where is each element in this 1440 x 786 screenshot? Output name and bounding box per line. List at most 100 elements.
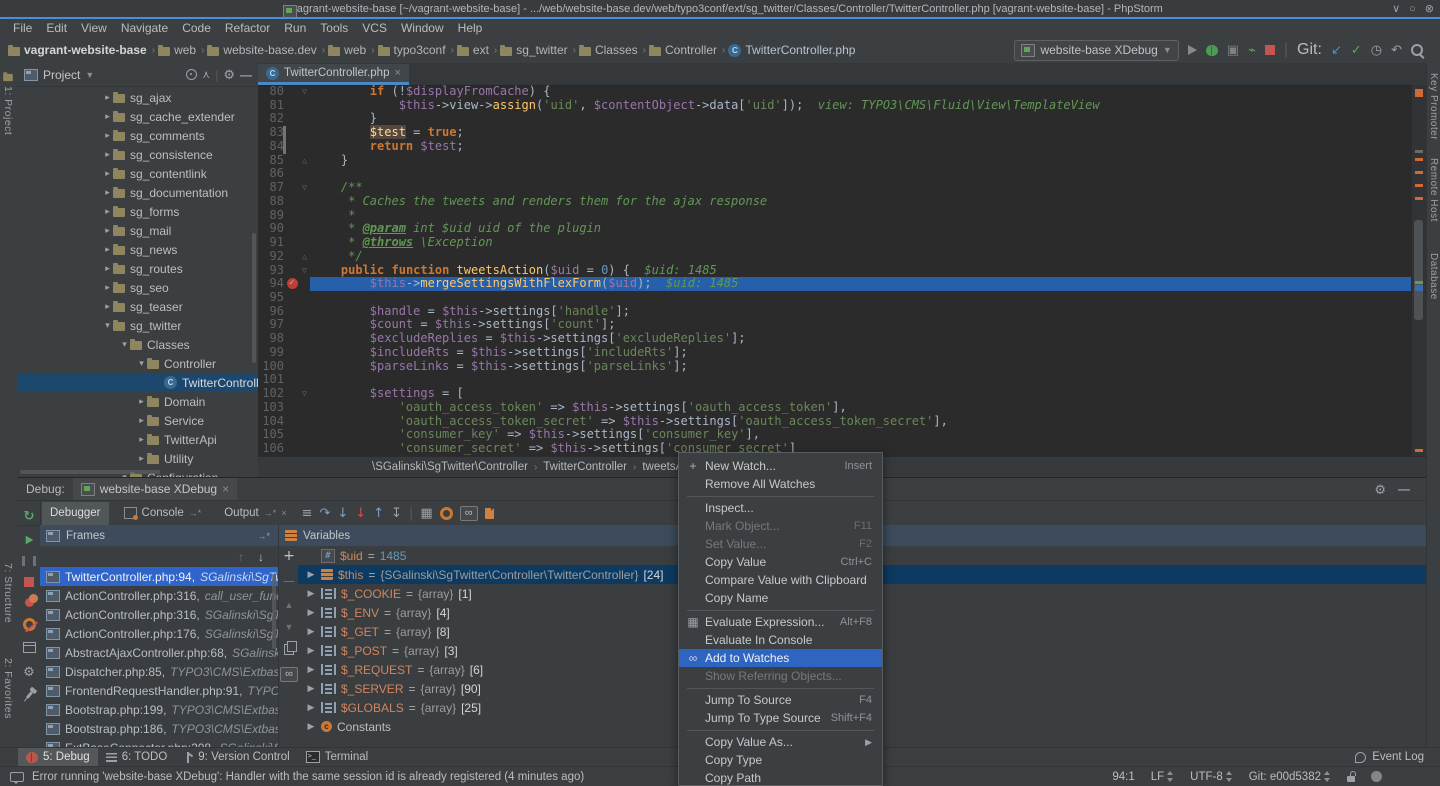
menu-refactor[interactable]: Refactor (218, 21, 277, 35)
code-line-102[interactable]: 102▽ $settings = [ (258, 387, 1412, 401)
gutter[interactable]: 87 ▽ (258, 181, 310, 195)
run-button[interactable] (1188, 45, 1197, 55)
settings-icon[interactable]: ⚙ (223, 67, 235, 83)
tree-collapsed-icon[interactable]: ▸ (136, 396, 147, 407)
line-number[interactable]: 98 (270, 332, 284, 346)
code-line-88[interactable]: 88 * Caches the tweets and renders them … (258, 195, 1412, 209)
menu-window[interactable]: Window (394, 21, 451, 35)
evaluate-expression-icon[interactable]: ▦ (420, 507, 432, 520)
breadcrumb-item[interactable]: web (328, 43, 366, 57)
hide-panel-icon[interactable]: — (1398, 482, 1410, 498)
frame-row[interactable]: ActionController.php:316, call_user_func… (40, 586, 278, 605)
tool-button-database[interactable]: Database (1428, 253, 1439, 300)
line-number[interactable]: 87 (270, 181, 284, 195)
menu-item-compare-value-with-clipboard[interactable]: Compare Value with Clipboard (679, 571, 882, 589)
code-line-103[interactable]: 103 'oauth_access_token' => $this->setti… (258, 401, 1412, 415)
mute-breakpoints-icon[interactable] (23, 618, 36, 631)
tree-collapsed-icon[interactable]: ▸ (102, 301, 113, 312)
tree-collapsed-icon[interactable]: ▸ (102, 92, 113, 103)
encoding-widget[interactable]: UTF-8 (1190, 771, 1233, 783)
fold-marker[interactable]: ▽ (302, 387, 307, 401)
gutter[interactable]: 86 (258, 167, 310, 181)
tree-collapsed-icon[interactable]: ▸ (136, 415, 147, 426)
line-number[interactable]: 106 (262, 442, 284, 456)
tree-expanded-icon[interactable]: ▾ (119, 339, 130, 350)
close-tab-icon[interactable]: × (394, 67, 400, 79)
tree-item-sg-news[interactable]: ▸sg_news (18, 240, 258, 259)
gutter[interactable]: 106 (258, 442, 310, 456)
gutter[interactable]: 80▽ (258, 85, 310, 99)
code-line-81[interactable]: 81 $this->view->assign('uid', $contentOb… (258, 99, 1412, 113)
line-number[interactable]: 100 (262, 360, 284, 374)
menu-item-copy-path[interactable]: Copy Path (679, 769, 882, 786)
code-line-96[interactable]: 96 $handle = $this->settings['handle']; (258, 305, 1412, 319)
frame-row[interactable]: Dispatcher.php:85, TYPO3\CMS\Extbase\M (40, 662, 278, 681)
line-number[interactable]: 91 (270, 236, 284, 250)
stop-icon[interactable] (24, 577, 34, 587)
tree-item-sg-teaser[interactable]: ▸sg_teaser (18, 297, 258, 316)
editor-scrollbar[interactable] (1414, 220, 1423, 320)
menu-item-evaluate-expression-[interactable]: ▦Evaluate Expression...Alt+F8 (679, 613, 882, 631)
debug-button[interactable] (1206, 45, 1218, 56)
breakpoint-icon[interactable] (287, 278, 298, 289)
tree-collapsed-icon[interactable]: ▸ (136, 434, 147, 445)
stop-button[interactable] (1265, 45, 1275, 55)
gutter[interactable]: 98 (258, 332, 310, 346)
tree-item-domain[interactable]: ▸Domain (18, 392, 258, 411)
restore-layout-icon[interactable] (23, 642, 36, 653)
breadcrumb-item[interactable]: ext (457, 43, 489, 57)
gutter[interactable]: 84 (258, 140, 310, 154)
tree-item-utility[interactable]: ▸Utility (18, 449, 258, 468)
scroll-to-end-icon[interactable]: →* (189, 508, 202, 518)
line-number[interactable]: 92 (270, 250, 284, 264)
code-editor[interactable]: 80▽ if (!$displayFromCache) {81 $this->v… (258, 85, 1412, 456)
tool-button-remote-host[interactable]: Remote Host (1428, 158, 1439, 222)
tree-item-sg-seo[interactable]: ▸sg_seo (18, 278, 258, 297)
run-config-select[interactable]: website-base XDebug ▼ (1014, 40, 1178, 61)
tree-item-sg-contentlink[interactable]: ▸sg_contentlink (18, 164, 258, 183)
tree-collapsed-icon[interactable]: ▶ (306, 607, 316, 618)
code-line-104[interactable]: 104 'oauth_access_token_secret' => $this… (258, 415, 1412, 429)
show-execution-point-icon[interactable]: ≡ (302, 507, 313, 520)
tree-collapsed-icon[interactable]: ▸ (102, 282, 113, 293)
gutter[interactable]: 82 (258, 112, 310, 126)
line-number[interactable]: 102 (262, 387, 284, 401)
line-number[interactable]: 101 (262, 373, 284, 387)
menu-item-copy-value-as-[interactable]: Copy Value As...▶ (679, 733, 882, 751)
frame-row[interactable]: AbstractAjaxController.php:68, SGalinski… (40, 643, 278, 662)
gutter[interactable]: 102 ▽ (258, 387, 310, 401)
tree-item-sg-routes[interactable]: ▸sg_routes (18, 259, 258, 278)
editor-breadcrumb-item[interactable]: TwitterController (543, 461, 627, 473)
menu-item-new-watch-[interactable]: +New Watch...Insert (679, 457, 882, 475)
menu-item-remove-all-watches[interactable]: Remove All Watches (679, 475, 882, 493)
gutter[interactable]: 104 (258, 415, 310, 429)
fold-marker[interactable]: ▽ (302, 181, 307, 195)
tree-expanded-icon[interactable]: ▾ (102, 320, 113, 331)
tool-button-6-todo[interactable]: 6: TODO (98, 748, 176, 767)
duplicate-watch-icon[interactable] (284, 644, 294, 655)
tree-item-sg-forms[interactable]: ▸sg_forms (18, 202, 258, 221)
menu-edit[interactable]: Edit (39, 21, 74, 35)
tree-collapsed-icon[interactable]: ▶ (306, 702, 316, 713)
tree-collapsed-icon[interactable]: ▶ (306, 683, 316, 694)
git-commit-icon[interactable]: ✓ (1351, 44, 1362, 57)
tree-collapsed-icon[interactable]: ▶ (306, 588, 316, 599)
menu-tools[interactable]: Tools (313, 21, 355, 35)
gutter[interactable]: 85△ (258, 154, 310, 168)
tree-item-service[interactable]: ▸Service (18, 411, 258, 430)
menu-vcs[interactable]: VCS (355, 21, 394, 35)
line-number[interactable]: 80 (270, 85, 284, 99)
line-number[interactable]: 86 (270, 167, 284, 181)
frames-options-icon[interactable]: →* (257, 531, 270, 541)
menu-help[interactable]: Help (451, 21, 490, 35)
project-panel-title[interactable]: Project (43, 68, 80, 82)
tree-collapsed-icon[interactable]: ▸ (136, 453, 147, 464)
code-line-93[interactable]: 93▽ public function tweetsAction($uid = … (258, 264, 1412, 278)
tree-item-sg-consistence[interactable]: ▸sg_consistence (18, 145, 258, 164)
code-line-95[interactable]: 95 (258, 291, 1412, 305)
breadcrumb-item[interactable]: TwitterController.php (728, 43, 855, 57)
tree-collapsed-icon[interactable]: ▶ (306, 645, 316, 656)
line-number[interactable]: 84 (270, 140, 284, 154)
code-line-90[interactable]: 90 * @param int $uid uid of the plugin (258, 222, 1412, 236)
menu-item-copy-type[interactable]: Copy Type (679, 751, 882, 769)
